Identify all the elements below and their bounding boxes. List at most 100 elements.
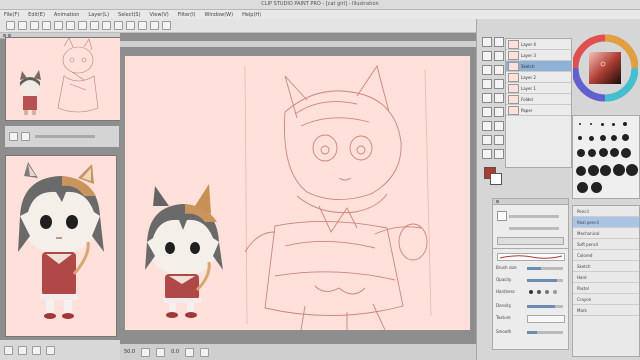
smooth-slider[interactable]	[527, 331, 563, 334]
zoom-tool-icon[interactable]	[482, 37, 492, 47]
menu-file[interactable]: File(F)	[4, 12, 19, 18]
brush-size-dot[interactable]	[576, 166, 586, 176]
menu-animation[interactable]: Animation	[54, 12, 80, 18]
fill-tool-icon[interactable]	[494, 107, 504, 117]
subtool-item-selected[interactable]: Real pencil	[573, 217, 639, 228]
subtool-item[interactable]: Mechanical	[573, 228, 639, 239]
sub-view-reference[interactable]	[5, 155, 117, 337]
hardness-dots[interactable]	[527, 289, 563, 295]
ruler-icon[interactable]	[150, 21, 159, 30]
brush-size-dot[interactable]	[590, 123, 592, 125]
snap-icon[interactable]	[138, 21, 147, 30]
subtool-item[interactable]: Sketch	[573, 261, 639, 272]
drawing-canvas[interactable]	[125, 56, 470, 330]
fill-icon[interactable]	[78, 21, 87, 30]
pencil-tool-icon[interactable]	[482, 79, 492, 89]
undo-icon[interactable]	[42, 21, 51, 30]
balloon-tool-icon[interactable]	[494, 149, 504, 159]
clear-icon[interactable]	[66, 21, 75, 30]
property-slider[interactable]	[509, 227, 559, 230]
zoom-in-icon[interactable]	[156, 347, 166, 357]
menu-filter[interactable]: Filter(I)	[178, 12, 196, 18]
brush-size-dot[interactable]	[601, 123, 604, 126]
navigator-preview[interactable]	[5, 37, 121, 121]
next-icon[interactable]	[32, 345, 41, 355]
select-tool-icon[interactable]	[482, 51, 492, 61]
rotate-icon[interactable]	[185, 347, 195, 357]
brush-size-dot[interactable]	[588, 165, 599, 176]
brush-size-dot[interactable]	[578, 136, 582, 140]
brush-size-dot[interactable]	[599, 148, 608, 157]
move-tool-icon[interactable]	[494, 37, 504, 47]
angle-value[interactable]: 0.0	[171, 349, 179, 355]
deselect-icon[interactable]	[114, 21, 123, 30]
zoom-out-icon[interactable]	[9, 132, 18, 141]
subtool-item[interactable]: Hard	[573, 272, 639, 283]
brush-size-dot[interactable]	[600, 165, 611, 176]
brush-size-dot[interactable]	[611, 135, 617, 141]
correct-tool-icon[interactable]	[482, 149, 492, 159]
menu-window[interactable]: Window(W)	[205, 12, 234, 18]
pen-tool-icon[interactable]	[494, 65, 504, 75]
layer-row[interactable]: Layer 3	[506, 50, 571, 61]
new-icon[interactable]	[6, 21, 15, 30]
brush-size-dot[interactable]	[623, 122, 627, 126]
property-slider[interactable]	[509, 215, 559, 218]
brush-size-dot[interactable]	[610, 148, 619, 157]
zoom-value[interactable]: 50.0	[124, 349, 135, 355]
brush-size-dot[interactable]	[579, 123, 581, 125]
eyedropper-tool-icon[interactable]	[482, 65, 492, 75]
invert-icon[interactable]	[126, 21, 135, 30]
zoom-out-icon[interactable]	[141, 347, 151, 357]
menu-select[interactable]: Select(S)	[118, 12, 141, 18]
subtool-item[interactable]: Pastel	[573, 283, 639, 294]
layer-row[interactable]: Layer 2	[506, 72, 571, 83]
airbrush-tool-icon[interactable]	[482, 93, 492, 103]
lasso-tool-icon[interactable]	[494, 51, 504, 61]
import-icon[interactable]	[4, 345, 13, 355]
redo-icon[interactable]	[54, 21, 63, 30]
layer-row-selected[interactable]: Sketch	[506, 61, 571, 72]
subtool-item[interactable]: Pencil	[573, 206, 639, 217]
layer-row[interactable]: Folder	[506, 94, 571, 105]
prev-icon[interactable]	[18, 345, 27, 355]
open-icon[interactable]	[18, 21, 27, 30]
brush-size-dot[interactable]	[577, 182, 588, 193]
brush-size-dot[interactable]	[577, 149, 585, 157]
brush-size-dot[interactable]	[621, 148, 631, 158]
transform-icon[interactable]	[90, 21, 99, 30]
menu-view[interactable]: View(V)	[150, 12, 169, 18]
sub-color-swatch[interactable]	[490, 173, 502, 185]
density-slider[interactable]	[527, 305, 563, 308]
zoom-in-icon[interactable]	[21, 132, 30, 141]
menu-edit[interactable]: Edit(E)	[28, 12, 45, 18]
brush-size-dot[interactable]	[622, 134, 629, 141]
text-tool-icon[interactable]	[482, 135, 492, 145]
menu-help[interactable]: Help(H)	[242, 12, 261, 18]
opacity-slider[interactable]	[527, 279, 563, 282]
brush-size-dot[interactable]	[613, 164, 625, 176]
ruler-tool-icon[interactable]	[494, 135, 504, 145]
flip-icon[interactable]	[200, 347, 210, 357]
layer-row[interactable]: Paper	[506, 105, 571, 116]
blend-tool-icon[interactable]	[482, 107, 492, 117]
brush-size-dot[interactable]	[600, 135, 606, 141]
menu-layer[interactable]: Layer(L)	[88, 12, 109, 18]
layer-row[interactable]: Layer 4	[506, 39, 571, 50]
eraser-tool-icon[interactable]	[494, 93, 504, 103]
save-icon[interactable]	[30, 21, 39, 30]
brush-size-slider[interactable]	[527, 267, 563, 270]
figure-tool-icon[interactable]	[494, 121, 504, 131]
brush-tool-icon[interactable]	[494, 79, 504, 89]
brush-size-dot[interactable]	[591, 182, 602, 193]
layer-row[interactable]: Layer 1	[506, 83, 571, 94]
zoom-slider[interactable]	[35, 135, 95, 138]
select-all-icon[interactable]	[102, 21, 111, 30]
subtool-item[interactable]: Crayon	[573, 294, 639, 305]
delete-icon[interactable]	[46, 345, 55, 355]
brush-size-dot[interactable]	[626, 164, 638, 176]
grid-icon[interactable]	[162, 21, 171, 30]
subtool-item[interactable]: Mark	[573, 305, 639, 316]
brush-size-dot[interactable]	[612, 123, 615, 126]
property-dropdown[interactable]	[497, 237, 564, 245]
